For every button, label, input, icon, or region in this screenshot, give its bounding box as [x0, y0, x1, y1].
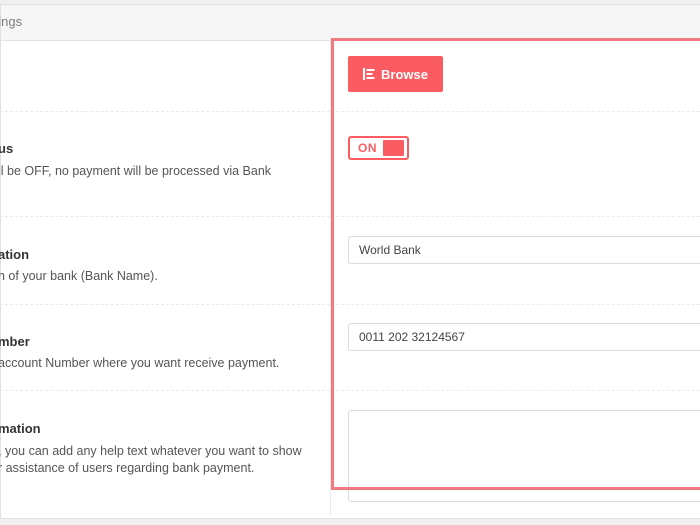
toggle-knob: [383, 140, 404, 156]
row-divider: [0, 304, 330, 305]
bank-name-input[interactable]: [348, 236, 700, 264]
instructions-description-line-2: r assistance of users regarding bank pay…: [0, 461, 255, 475]
toggle-label: ON: [358, 141, 377, 155]
row-divider: [336, 216, 700, 217]
bank-info-description: n of your bank (Bank Name).: [0, 269, 158, 283]
row-divider: [0, 216, 330, 217]
row-divider: [336, 304, 700, 305]
instructions-title: mation: [0, 421, 41, 436]
list-icon: [363, 68, 375, 80]
browse-button[interactable]: Browse: [348, 56, 443, 92]
account-number-description: account Number where you want receive pa…: [0, 356, 280, 370]
row-divider: [336, 390, 700, 391]
column-separator: [330, 36, 331, 515]
browse-button-label: Browse: [381, 66, 428, 82]
instructions-textarea[interactable]: [348, 410, 700, 502]
status-toggle[interactable]: ON: [348, 136, 409, 160]
account-number-input[interactable]: [348, 323, 700, 351]
panel-header: ttings: [0, 5, 700, 41]
status-description: ll be OFF, no payment will be processed …: [0, 164, 272, 178]
row-divider: [0, 111, 330, 112]
bank-info-title: ation: [0, 247, 30, 262]
status-title: us: [0, 141, 14, 156]
account-number-title: mber: [0, 334, 30, 349]
row-divider: [0, 390, 330, 391]
row-divider: [336, 111, 700, 112]
panel-title: ttings: [0, 14, 23, 29]
